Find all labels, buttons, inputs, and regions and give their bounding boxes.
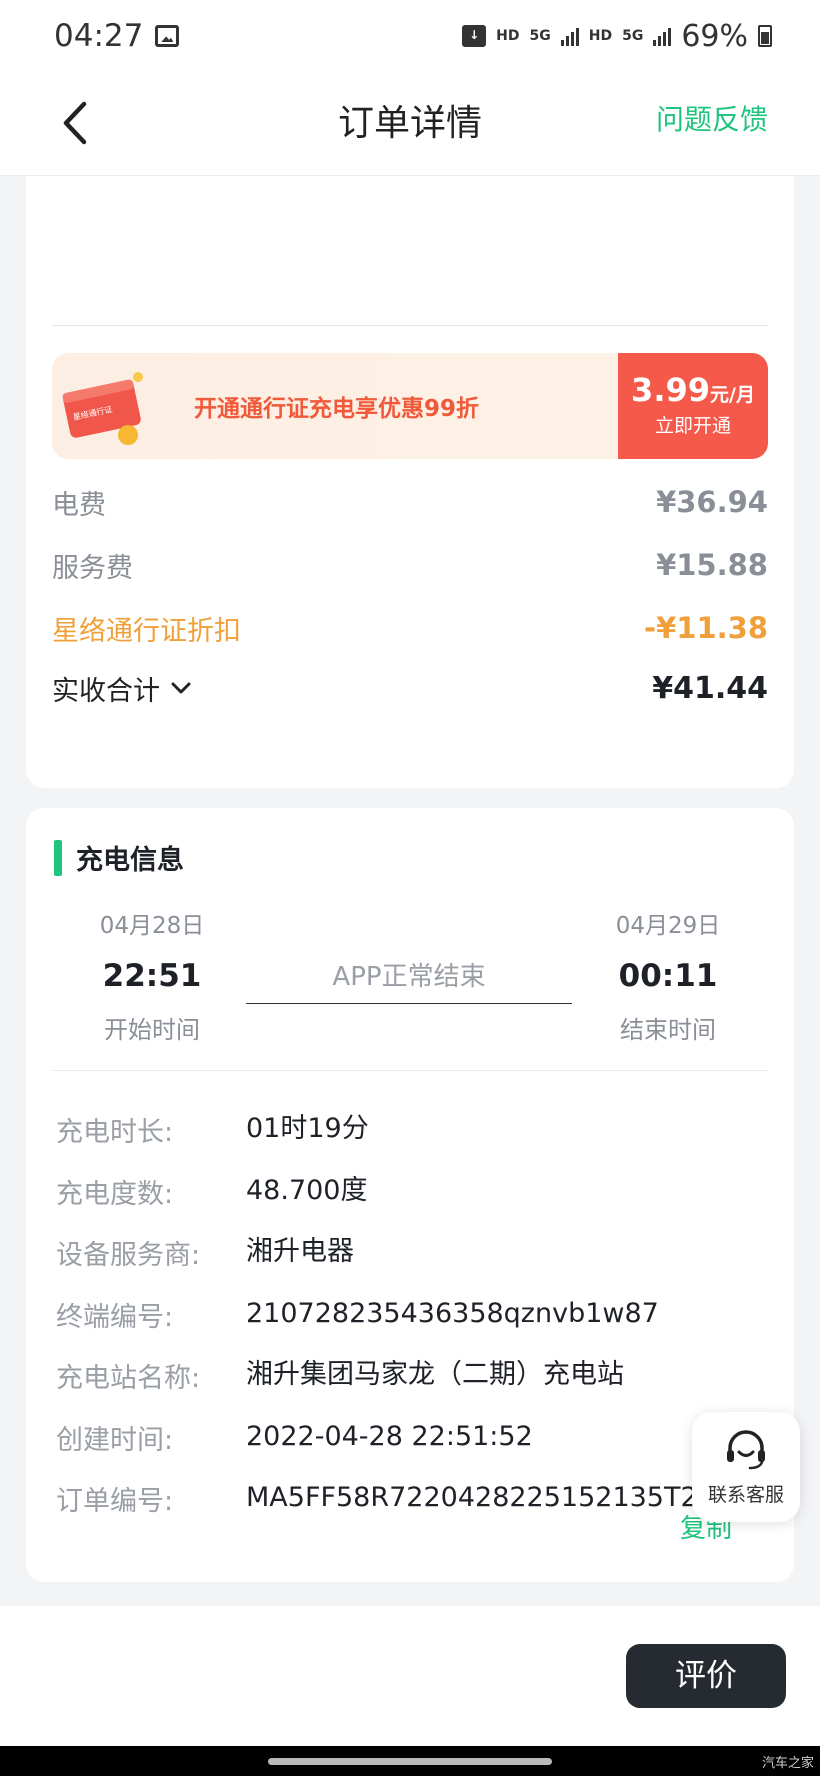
fee-row-electricity: 电费 ¥36.94 bbox=[52, 482, 768, 522]
network-5g-1: 5G bbox=[529, 28, 551, 44]
home-indicator[interactable] bbox=[268, 1758, 552, 1765]
network-5g-2: 5G bbox=[622, 28, 644, 44]
nav-bar: 订单详情 问题反馈 bbox=[0, 72, 820, 176]
info-label: 创建时间: bbox=[56, 1425, 174, 1456]
end-clock: 00:11 bbox=[618, 958, 718, 994]
divider bbox=[52, 325, 768, 326]
fee-value: ¥15.88 bbox=[656, 548, 768, 582]
end-label: 结束时间 bbox=[620, 1016, 716, 1044]
info-value: 湘升电器 bbox=[246, 1236, 354, 1267]
total-label: 实收合计 bbox=[52, 675, 160, 707]
section-title: 充电信息 bbox=[76, 845, 184, 876]
info-value: 210728235436358qznvb1w87 bbox=[246, 1298, 659, 1329]
signal-icon bbox=[560, 26, 579, 46]
review-button[interactable]: 评价 bbox=[626, 1644, 786, 1708]
gesture-bar: 汽车之家 bbox=[0, 1746, 820, 1776]
fee-card: 星络通行证 开通通行证充电享优惠99折 3.99元/月 立即开通 电费 ¥36.… bbox=[26, 176, 794, 788]
info-label: 设备服务商: bbox=[56, 1240, 201, 1271]
promo-price: 3.99 bbox=[631, 371, 710, 409]
start-clock: 22:51 bbox=[102, 958, 202, 994]
bottom-action-bar: 评价 bbox=[0, 1606, 820, 1746]
fee-value: -¥11.38 bbox=[644, 611, 768, 645]
info-row-created: 创建时间: 2022-04-28 22:51:52 bbox=[56, 1418, 768, 1457]
info-value: 48.700度 bbox=[246, 1175, 368, 1206]
signal-icon bbox=[653, 26, 672, 46]
fee-row-discount: 星络通行证折扣 -¥11.38 bbox=[52, 608, 768, 648]
fee-label: 服务费 bbox=[52, 552, 133, 584]
end-time-block: 04月29日 00:11 结束时间 bbox=[568, 906, 768, 1045]
end-date: 04月29日 bbox=[615, 913, 721, 939]
info-row-duration: 充电时长: 01时19分 bbox=[56, 1110, 768, 1149]
network-hd-1: HD bbox=[496, 28, 520, 44]
feedback-link[interactable]: 问题反馈 bbox=[656, 98, 768, 138]
info-label: 充电度数: bbox=[56, 1179, 174, 1210]
total-toggle[interactable]: 实收合计 bbox=[52, 669, 192, 708]
info-row-station: 充电站名称: 湘升集团马家龙（二期）充电站 bbox=[56, 1356, 768, 1395]
total-value: ¥41.44 bbox=[652, 670, 768, 706]
divider bbox=[52, 1070, 768, 1071]
info-row-order-id: 订单编号: MA5FF58R7220428225152135T2r bbox=[56, 1479, 768, 1518]
info-row-provider: 设备服务商: 湘升电器 bbox=[56, 1233, 768, 1272]
info-value: 2022-04-28 22:51:52 bbox=[246, 1421, 533, 1452]
network-hd-2: HD bbox=[588, 28, 613, 44]
promo-text: 开通通行证充电享优惠99折 bbox=[194, 396, 480, 422]
info-value: 湘升集团马家龙（二期）充电站 bbox=[246, 1359, 624, 1390]
charge-info-card: 充电信息 04月28日 22:51 开始时间 APP正常结束 04月29日 00… bbox=[26, 808, 794, 1582]
subscribe-button[interactable]: 3.99元/月 立即开通 bbox=[618, 353, 768, 459]
fee-row-service: 服务费 ¥15.88 bbox=[52, 545, 768, 585]
promo-unit: 元/月 bbox=[710, 384, 755, 406]
info-row-terminal: 终端编号: 210728235436358qznvb1w87 bbox=[56, 1295, 768, 1334]
watermark: 汽车之家 bbox=[761, 1756, 814, 1771]
chevron-down-icon bbox=[171, 682, 191, 694]
fee-row-total: 实收合计 ¥41.44 bbox=[52, 668, 768, 708]
info-label: 终端编号: bbox=[56, 1302, 174, 1333]
info-row-energy: 充电度数: 48.700度 bbox=[56, 1172, 768, 1211]
customer-service-label: 联系客服 bbox=[707, 1484, 784, 1506]
battery-percent: 69% bbox=[681, 18, 748, 54]
battery-icon bbox=[758, 25, 772, 47]
message-icon: ↓ bbox=[462, 25, 487, 47]
info-label: 充电站名称: bbox=[56, 1363, 201, 1394]
fee-label: 星络通行证折扣 bbox=[52, 615, 241, 647]
pass-promo-banner[interactable]: 星络通行证 开通通行证充电享优惠99折 3.99元/月 立即开通 bbox=[52, 353, 768, 459]
info-label: 充电时长: bbox=[56, 1117, 174, 1148]
start-label: 开始时间 bbox=[104, 1016, 200, 1044]
fee-label: 电费 bbox=[52, 489, 106, 521]
info-label: 订单编号: bbox=[56, 1486, 174, 1517]
section-accent bbox=[54, 839, 62, 876]
section-header: 充电信息 bbox=[54, 838, 184, 877]
customer-service-button[interactable]: 联系客服 bbox=[692, 1412, 800, 1522]
start-time-block: 04月28日 22:51 开始时间 bbox=[52, 906, 252, 1045]
status-bar: 04:27 ↓ HD 5G HD 5G 69% bbox=[0, 0, 820, 72]
start-date: 04月28日 bbox=[99, 913, 205, 939]
fee-value: ¥36.94 bbox=[656, 485, 768, 519]
headset-icon bbox=[727, 1430, 765, 1470]
info-value: 01时19分 bbox=[246, 1113, 369, 1144]
end-reason: APP正常结束 bbox=[246, 956, 572, 1004]
promo-action: 立即开通 bbox=[654, 415, 731, 437]
pass-card-icon: 星络通行证 bbox=[62, 372, 143, 445]
status-time: 04:27 bbox=[54, 18, 144, 54]
image-icon bbox=[155, 25, 180, 47]
